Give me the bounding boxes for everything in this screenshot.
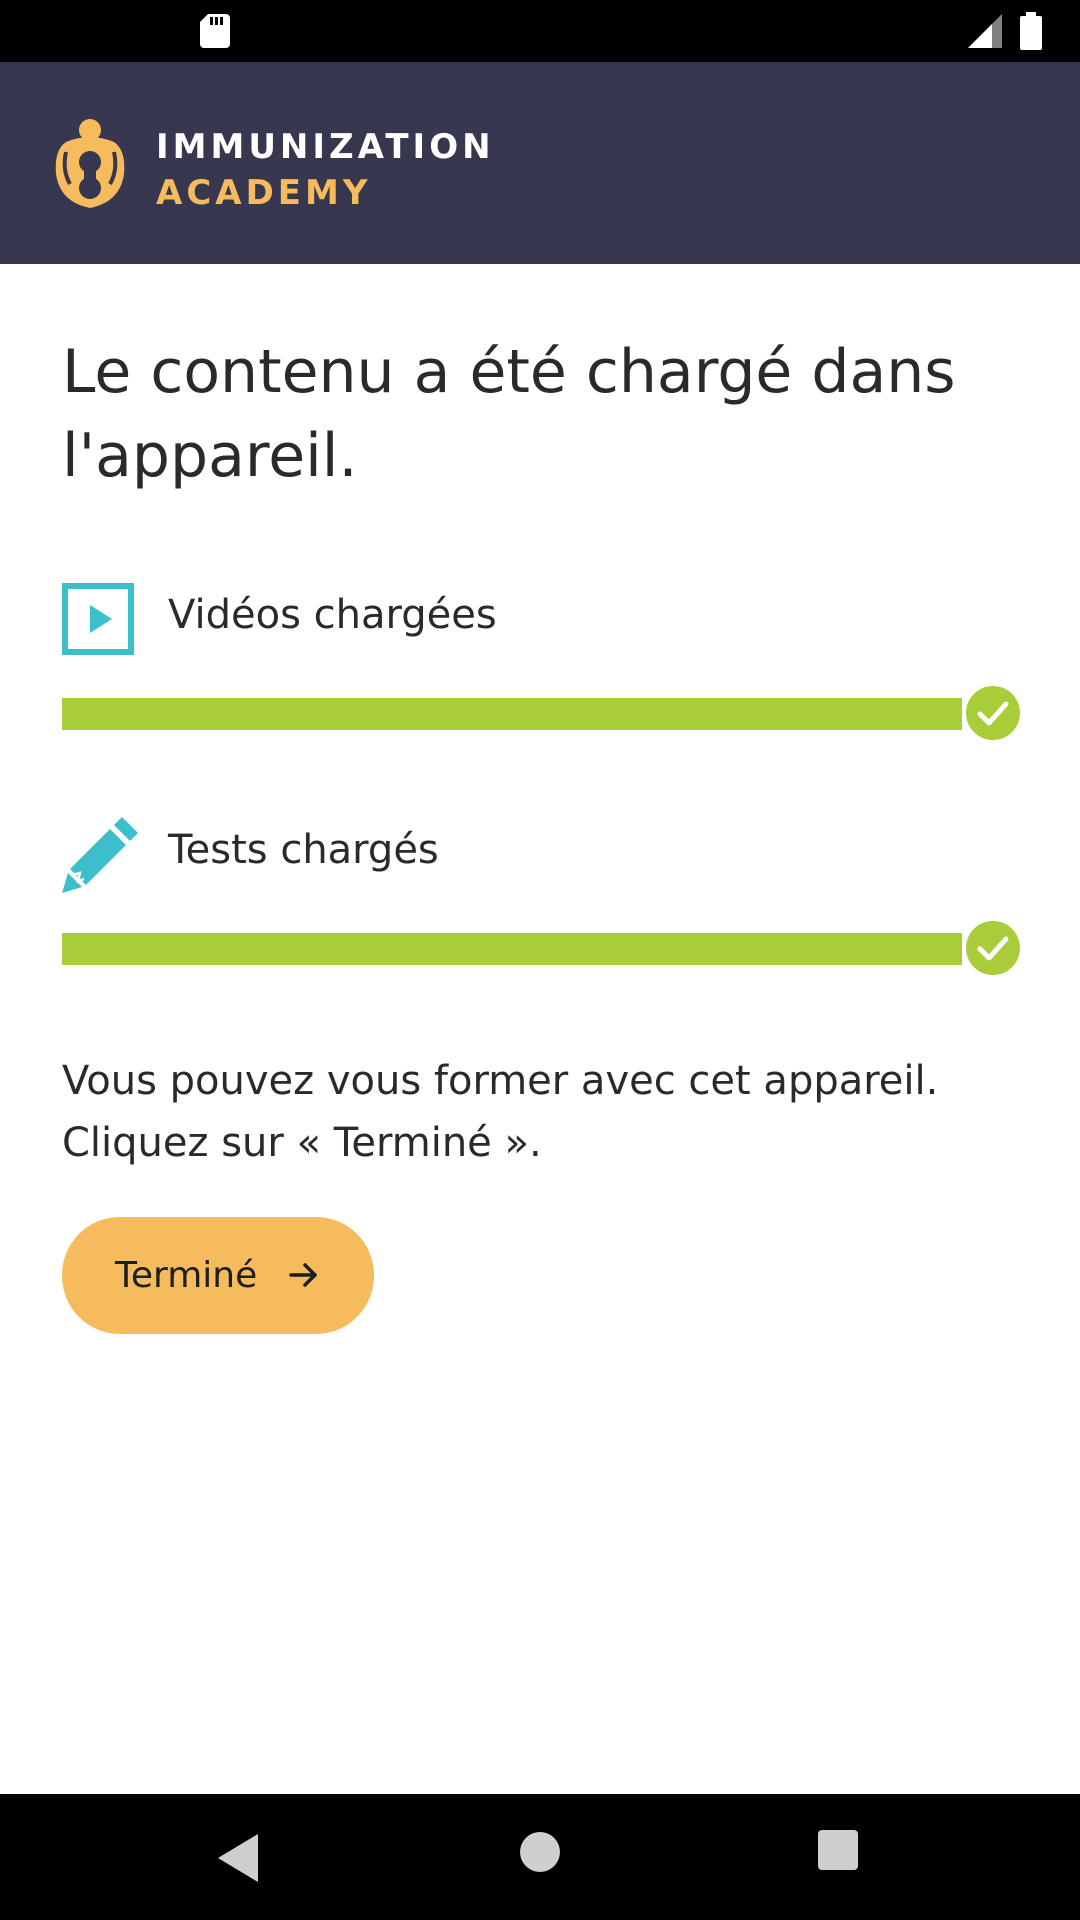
- pencil-icon: [62, 817, 138, 893]
- info-line1: Vous pouvez vous former avec cet apparei…: [62, 1058, 939, 1104]
- sd-card-icon: [200, 14, 230, 48]
- videos-progress-fill: [62, 698, 962, 730]
- home-icon[interactable]: [520, 1832, 560, 1872]
- logo-line2: ACADEMY: [156, 173, 372, 213]
- videos-label: Vidéos chargées: [168, 592, 497, 638]
- info-text: Vous pouvez vous former avec cet apparei…: [62, 1050, 1022, 1174]
- tests-progress-bar: [62, 933, 962, 965]
- video-play-icon: [62, 583, 134, 655]
- done-button-label: Terminé: [115, 1255, 258, 1296]
- logo-text: IMMUNIZATION ACADEMY: [156, 124, 495, 216]
- tests-label: Tests chargés: [168, 827, 439, 873]
- recents-icon[interactable]: [818, 1830, 858, 1870]
- page-title: Le contenu a été chargé dans l'appareil.: [62, 337, 956, 491]
- immunization-academy-logo-icon: [55, 119, 125, 208]
- back-icon[interactable]: [214, 1830, 264, 1886]
- tests-progress-fill: [62, 933, 962, 965]
- arrow-right-icon: [289, 1263, 317, 1287]
- logo-line1: IMMUNIZATION: [156, 127, 495, 167]
- app-header: IMMUNIZATION ACADEMY: [0, 62, 1080, 264]
- done-button[interactable]: Terminé: [62, 1217, 374, 1334]
- tests-check-icon: [966, 921, 1020, 975]
- videos-check-icon: [966, 686, 1020, 740]
- status-bar: [0, 0, 1080, 62]
- tests-row: Tests chargés: [62, 815, 1022, 895]
- battery-icon: [1020, 12, 1042, 50]
- info-line2: Cliquez sur « Terminé ».: [62, 1120, 542, 1166]
- navigation-bar: [0, 1794, 1080, 1920]
- signal-icon: [968, 14, 1002, 48]
- videos-row: Vidéos chargées: [62, 580, 1022, 660]
- videos-progress-bar: [62, 698, 962, 730]
